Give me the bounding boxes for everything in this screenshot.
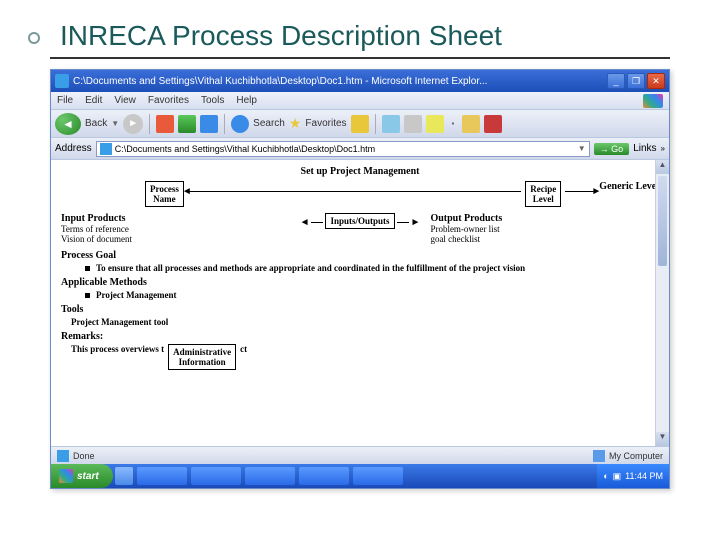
print-icon[interactable]	[404, 115, 422, 133]
go-button[interactable]: → Go	[594, 143, 630, 155]
tools-heading: Tools	[61, 304, 659, 315]
ie-icon	[55, 74, 69, 88]
zone-icon	[593, 450, 605, 462]
bullet-icon	[85, 266, 90, 271]
menu-view[interactable]: View	[114, 95, 136, 106]
start-logo-icon	[59, 469, 73, 483]
favorites-icon[interactable]: ★	[289, 115, 302, 132]
search-icon[interactable]	[231, 115, 249, 133]
menu-file[interactable]: File	[57, 95, 73, 106]
slide-bullet-icon	[28, 32, 40, 44]
zone-text: My Computer	[609, 451, 663, 461]
system-tray[interactable]: ◐ ▣ 11:44 PM	[597, 464, 669, 488]
admin-info-box: Administrative Information	[168, 344, 236, 370]
status-page-icon	[57, 450, 69, 462]
remarks-text: This process overviews t	[71, 344, 164, 354]
input-products-1: Terms of reference	[61, 224, 290, 234]
maximize-button[interactable]: ❐	[627, 73, 645, 89]
process-goal-heading: Process Goal	[61, 250, 659, 261]
address-bar: Address C:\Documents and Settings\Vithal…	[51, 138, 669, 160]
generic-level-label: Generic Level	[599, 181, 659, 192]
links-chevron-icon[interactable]: »	[661, 144, 665, 153]
menu-edit[interactable]: Edit	[85, 95, 102, 106]
status-bar: Done My Computer	[51, 446, 669, 464]
task-item-4[interactable]	[245, 467, 295, 485]
remarks-heading: Remarks:	[61, 331, 659, 342]
back-dropdown-icon[interactable]: ▼	[111, 119, 119, 128]
doc-title: Set up Project Management	[61, 166, 659, 177]
toolbar-sep2	[224, 114, 225, 134]
clock: 11:44 PM	[625, 471, 663, 481]
minimize-button[interactable]: _	[607, 73, 625, 89]
input-products-2: Vision of document	[61, 234, 290, 244]
scroll-down-button[interactable]: ▼	[656, 432, 669, 446]
window-title: C:\Documents and Settings\Vithal Kuchibh…	[73, 76, 607, 87]
methods-text: Project Management	[96, 290, 177, 300]
task-item-2[interactable]	[137, 467, 187, 485]
ie-window: C:\Documents and Settings\Vithal Kuchibh…	[50, 69, 670, 489]
toolbar: ◄ Back ▼ ► Search ★ Favorites ▪	[51, 110, 669, 138]
windows-logo-icon	[643, 94, 663, 108]
links-label[interactable]: Links	[633, 143, 656, 154]
toolbar-sep	[149, 114, 150, 134]
page-icon	[100, 143, 112, 155]
menu-help[interactable]: Help	[236, 95, 257, 106]
back-label: Back	[85, 118, 107, 129]
slide-title: INRECA Process Description Sheet	[60, 20, 680, 52]
edit-icon[interactable]	[426, 115, 444, 133]
toolbar-overflow-icon[interactable]: ▪	[452, 119, 455, 128]
address-label: Address	[55, 143, 92, 154]
recipe-level-box: Recipe Level	[525, 181, 561, 207]
menu-tools[interactable]: Tools	[201, 95, 224, 106]
remarks-tail: ct	[240, 344, 247, 354]
status-text: Done	[73, 451, 95, 461]
tray-icon[interactable]: ◐	[603, 471, 608, 481]
task-item-5[interactable]	[299, 467, 349, 485]
search-label: Search	[253, 118, 285, 129]
bullet-icon	[85, 293, 90, 298]
close-button[interactable]: ✕	[647, 73, 665, 89]
history-icon[interactable]	[351, 115, 369, 133]
task-item-3[interactable]	[191, 467, 241, 485]
stop-icon[interactable]	[156, 115, 174, 133]
refresh-icon[interactable]	[178, 115, 196, 133]
toolbar-sep3	[375, 114, 376, 134]
process-name-box: Process Name	[145, 181, 184, 207]
titlebar: C:\Documents and Settings\Vithal Kuchibh…	[51, 70, 669, 92]
mail-icon[interactable]	[382, 115, 400, 133]
methods-heading: Applicable Methods	[61, 277, 659, 288]
process-goal-text: To ensure that all processes and methods…	[96, 263, 525, 273]
tools-text: Project Management tool	[71, 317, 659, 327]
home-icon[interactable]	[200, 115, 218, 133]
output-products-1: Problem-owner list	[430, 224, 659, 234]
start-button[interactable]: start	[51, 464, 113, 488]
inputs-outputs-box: Inputs/Outputs	[325, 213, 394, 229]
extra-icon[interactable]	[484, 115, 502, 133]
taskbar: start ◐ ▣ 11:44 PM	[51, 464, 669, 488]
scroll-thumb[interactable]	[658, 176, 667, 266]
output-products-2: goal checklist	[430, 234, 659, 244]
scroll-up-button[interactable]: ▲	[656, 160, 669, 174]
address-dropdown-icon[interactable]: ▼	[578, 144, 586, 153]
vertical-scrollbar[interactable]: ▲ ▼	[655, 160, 669, 446]
menubar: File Edit View Favorites Tools Help	[51, 92, 669, 110]
input-products-heading: Input Products	[61, 213, 290, 224]
address-input[interactable]: C:\Documents and Settings\Vithal Kuchibh…	[96, 141, 590, 157]
forward-button[interactable]: ►	[123, 114, 143, 134]
favorites-label: Favorites	[305, 118, 346, 129]
messenger-icon[interactable]	[462, 115, 480, 133]
document-content: Set up Project Management Process Name ◄…	[51, 160, 669, 446]
slide-divider	[50, 57, 670, 59]
task-item-6[interactable]	[353, 467, 403, 485]
menu-favorites[interactable]: Favorites	[148, 95, 189, 106]
tray-icon[interactable]: ▣	[613, 471, 622, 482]
output-products-heading: Output Products	[430, 213, 659, 224]
address-value: C:\Documents and Settings\Vithal Kuchibh…	[115, 144, 375, 154]
task-item-1[interactable]	[115, 467, 133, 485]
back-button[interactable]: ◄	[55, 113, 81, 135]
